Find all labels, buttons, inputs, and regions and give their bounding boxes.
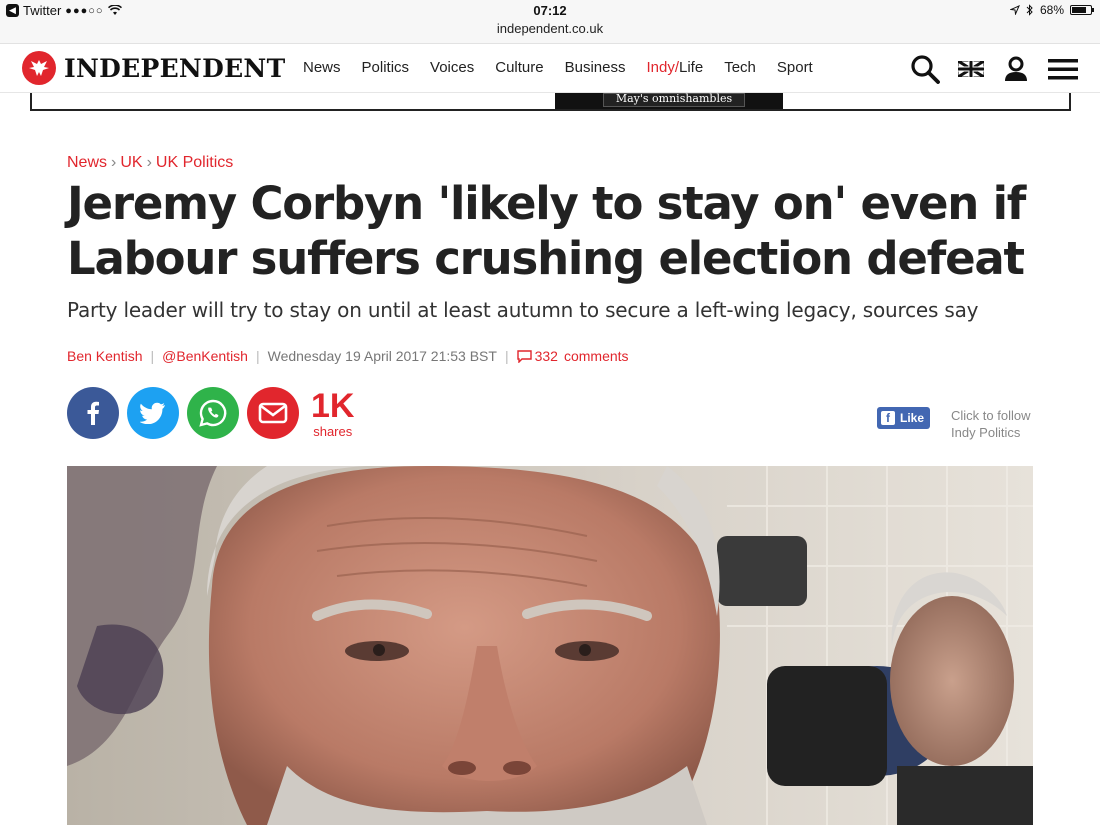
breadcrumb-uk-politics[interactable]: UK Politics: [156, 154, 233, 171]
site-logo[interactable]: INDEPENDENT: [22, 51, 285, 85]
comments-link[interactable]: 332 comments: [516, 348, 629, 364]
battery-icon: [1070, 5, 1094, 15]
breadcrumb-uk[interactable]: UK: [120, 154, 142, 171]
author-twitter-link[interactable]: @BenKentish: [162, 348, 248, 364]
facebook-icon: [87, 401, 99, 425]
address-bar-url[interactable]: independent.co.uk: [0, 21, 1100, 36]
comments-label: comments: [563, 348, 629, 364]
share-twitter-button[interactable]: [127, 387, 179, 439]
facebook-like-button[interactable]: f Like: [877, 407, 931, 429]
facebook-like-label: Like: [900, 411, 925, 425]
site-header: INDEPENDENT News Politics Voices Culture…: [0, 45, 1100, 93]
comment-bubble-icon: [516, 349, 532, 363]
share-email-button[interactable]: [247, 387, 299, 439]
share-count-label: shares: [313, 423, 353, 439]
nav-sport[interactable]: Sport: [777, 59, 813, 76]
battery-percent: 68%: [1039, 3, 1064, 17]
nav-indy-life[interactable]: Indy/Life: [646, 59, 703, 76]
follow-indy-politics[interactable]: Click to follow Indy Politics: [951, 407, 1030, 441]
nav-voices[interactable]: Voices: [430, 59, 474, 76]
publish-date: Wednesday 19 April 2017 21:53 BST: [267, 348, 497, 364]
bluetooth-icon: [1026, 4, 1033, 16]
nav-business[interactable]: Business: [565, 59, 626, 76]
twitter-bird-icon: [140, 402, 165, 424]
author-link[interactable]: Ben Kentish: [67, 348, 143, 364]
user-account-icon[interactable]: [1002, 55, 1030, 83]
logo-wordmark: INDEPENDENT: [64, 53, 286, 83]
ios-status-bar: ◀ Twitter ●●●○○ 07:12 independent.co.uk …: [0, 0, 1100, 44]
location-arrow-icon: [1009, 5, 1020, 15]
byline-divider: |: [504, 348, 509, 364]
advert-banner[interactable]: May's omnishambles: [30, 93, 1071, 111]
whatsapp-icon: [199, 399, 227, 427]
breadcrumb: News › UK › UK Politics: [67, 154, 233, 172]
comment-count: 332: [534, 348, 558, 364]
share-facebook-button[interactable]: [67, 387, 119, 439]
breadcrumb-news[interactable]: News: [67, 154, 107, 171]
breadcrumb-separator: ›: [111, 154, 117, 171]
byline-divider: |: [255, 348, 260, 364]
nav-indy-suffix: Life: [679, 59, 704, 76]
share-bar: 1K shares: [67, 387, 354, 439]
breadcrumb-separator: ›: [146, 154, 152, 171]
nav-culture[interactable]: Culture: [495, 59, 543, 76]
article-standfirst: Party leader will try to stay on until a…: [67, 298, 979, 322]
email-envelope-icon: [258, 402, 288, 424]
byline-divider: |: [150, 348, 155, 364]
nav-politics[interactable]: Politics: [362, 59, 410, 76]
follow-line-1: Click to follow: [951, 408, 1031, 423]
clock: 07:12: [533, 3, 567, 18]
hamburger-menu-icon[interactable]: [1048, 57, 1078, 81]
hero-photo-illustration: [67, 466, 1033, 825]
share-count: 1K shares: [311, 389, 354, 438]
share-whatsapp-button[interactable]: [187, 387, 239, 439]
uk-flag-icon[interactable]: [958, 61, 984, 77]
share-count-number: 1K: [311, 386, 355, 425]
article-hero-image[interactable]: [67, 466, 1033, 825]
search-icon[interactable]: [910, 54, 940, 84]
nav-tech[interactable]: Tech: [724, 59, 756, 76]
nav-indy-prefix: Indy/: [646, 59, 679, 76]
eagle-logo-icon: [22, 51, 56, 85]
article-byline: Ben Kentish | @BenKentish | Wednesday 19…: [67, 348, 629, 364]
advert-headline: May's omnishambles: [603, 93, 745, 107]
follow-line-2: Indy Politics: [951, 425, 1021, 440]
article-headline: Jeremy Corbyn 'likely to stay on' even i…: [67, 177, 1026, 285]
main-nav: News Politics Voices Culture Business In…: [303, 59, 834, 76]
nav-news[interactable]: News: [303, 59, 341, 76]
advert-image: May's omnishambles: [555, 93, 783, 109]
facebook-f-icon: f: [881, 411, 895, 425]
